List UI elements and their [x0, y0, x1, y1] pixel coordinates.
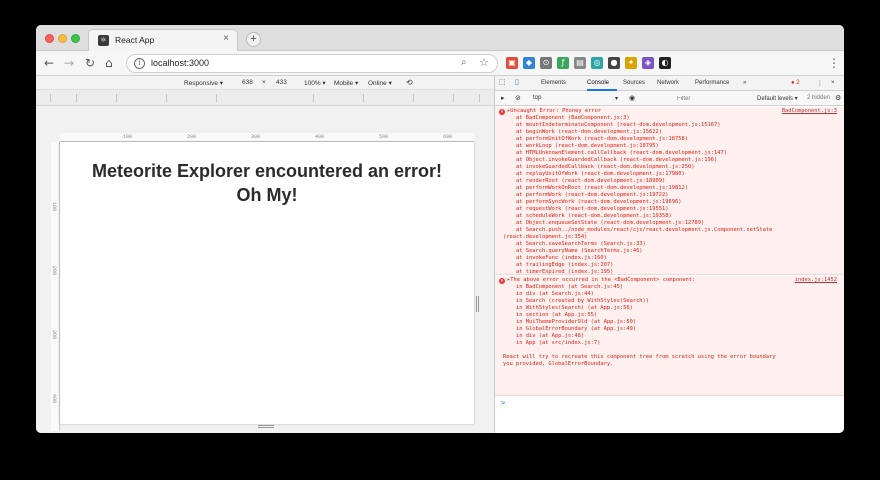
ruler-tick-label: 100 [51, 202, 57, 212]
tab-title: React App [115, 35, 155, 45]
console-error-message: × BadComponent.js:3 ▸Uncaught Error: Pho… [495, 107, 844, 275]
extension-teal-icon[interactable]: ◎ [591, 57, 603, 69]
ruler-tick-label: 200 [187, 134, 197, 140]
minimize-window-button[interactable] [58, 34, 67, 43]
more-tabs-icon[interactable]: » [743, 80, 746, 86]
ruler-tick-label: 400 [315, 134, 325, 140]
ruler-tick-label: 100 [123, 134, 133, 140]
context-arrow-icon[interactable]: ▾ [615, 95, 618, 102]
console-settings-icon[interactable]: ⚙ [835, 94, 841, 102]
source-link[interactable]: BadComponent.js:3 [782, 108, 837, 115]
inspect-element-icon[interactable]: ⬚ [499, 78, 506, 86]
browser-toolbar: ← → ↻ ⌂ i localhost:3000 ⌕ ☆ ⋮ ▣ ◆ ⊙ ƒ ▤ ◎ ● ✦ ◈… [36, 51, 844, 76]
console-filter-bar: ▸ ⊘ top ▾ ◉ Default levels ▾ 2 hidden ⚙ [495, 91, 844, 106]
extension-purple-icon[interactable]: ◈ [642, 57, 654, 69]
close-window-button[interactable] [45, 34, 54, 43]
horizontal-ruler: 100 200 300 400 500 600 [60, 133, 474, 142]
extension-yellow-icon[interactable]: ✦ [625, 57, 637, 69]
extension-gray-icon[interactable]: ▤ [574, 57, 586, 69]
maximize-window-button[interactable] [71, 34, 80, 43]
ruler-tick-label: 500 [379, 134, 389, 140]
rendered-page: Meteorite Explorer encountered an error!… [60, 142, 474, 424]
sidebar-toggle-icon[interactable]: ▸ [501, 94, 505, 102]
console-output: × BadComponent.js:3 ▸Uncaught Error: Pho… [495, 107, 844, 433]
device-toolbar: Responsive ▾ 638 × 433 100% ▾ Mobile ▾ O… [36, 76, 494, 90]
network-throttle-select[interactable]: Mobile ▾ [334, 79, 358, 87]
browser-tab[interactable]: ⚛ React App × [88, 29, 238, 51]
tab-performance[interactable]: Performance [695, 80, 729, 86]
hidden-count: 2 hidden [807, 95, 831, 101]
extension-blue-icon[interactable]: ◆ [523, 57, 535, 69]
media-query-marker[interactable] [216, 94, 314, 102]
home-icon[interactable]: ⌂ [105, 56, 113, 70]
times-sign: × [262, 79, 266, 86]
browser-window: ⚛ React App × + ← → ↻ ⌂ i localhost:3000… [36, 25, 844, 433]
viewport-resize-handle-right[interactable] [476, 296, 479, 312]
extension-black-icon[interactable]: ◐ [659, 57, 671, 69]
viewport-resize-handle-bottom[interactable] [258, 425, 274, 428]
tab-elements[interactable]: Elements [541, 80, 566, 86]
rotate-icon[interactable]: ⟲ [406, 78, 413, 87]
device-toggle-icon[interactable]: ▯ [515, 78, 519, 86]
reload-icon[interactable]: ↻ [85, 56, 95, 70]
error-subheading: Oh My! [236, 185, 298, 205]
viewport-width-input[interactable]: 638 [242, 79, 253, 86]
ruler-tick-label: 600 [443, 134, 453, 140]
error-heading: Meteorite Explorer encountered an error! [91, 161, 443, 181]
devtools-close-icon[interactable]: × [831, 80, 835, 86]
tab-network[interactable]: Network [657, 80, 679, 86]
site-info-icon[interactable]: i [134, 58, 145, 69]
back-arrow-icon[interactable]: ← [44, 56, 54, 70]
context-select[interactable]: top [533, 95, 541, 101]
device-select[interactable]: Responsive ▾ [184, 79, 223, 87]
ruler-tick-label: 300 [251, 134, 261, 140]
devtools-tab-bar: ⬚ ▯ Elements Console Sources Network Per… [495, 76, 844, 91]
source-link[interactable]: index.js:1452 [795, 277, 837, 284]
ruler-tick-label: 300 [51, 330, 57, 340]
console-filter-input[interactable] [677, 93, 747, 104]
address-bar[interactable]: i localhost:3000 ⌕ ☆ [126, 54, 498, 73]
bookmark-star-icon[interactable]: ☆ [479, 56, 489, 69]
log-levels-select[interactable]: Default levels ▾ [757, 95, 798, 102]
zoom-select[interactable]: 100% ▾ [304, 79, 326, 87]
clear-console-icon[interactable]: ⊘ [515, 94, 521, 102]
console-prompt[interactable]: > [501, 399, 505, 407]
tab-sources[interactable]: Sources [623, 80, 645, 86]
error-message: Meteorite Explorer encountered an error!… [60, 159, 474, 207]
tab-strip: ⚛ React App × + [36, 25, 844, 51]
react-favicon-icon: ⚛ [98, 35, 109, 46]
forward-arrow-icon[interactable]: → [64, 56, 74, 70]
new-tab-button[interactable]: + [246, 32, 261, 47]
media-query-bar[interactable] [36, 90, 494, 106]
extension-red-icon[interactable]: ▣ [506, 57, 518, 69]
extension-green-icon[interactable]: ƒ [557, 57, 569, 69]
console-error-message: × index.js:1452 ▸The above error occurre… [495, 276, 844, 396]
viewport-height-input[interactable]: 433 [276, 79, 287, 86]
error-count: 2 [796, 80, 800, 86]
stack-line: you provided, GlobalErrorBoundary. [503, 361, 614, 367]
vertical-ruler: 100 200 300 400 [51, 142, 60, 431]
emulated-viewport-area: 100 200 300 400 500 600 100 200 300 400 Meteorit… [36, 106, 494, 433]
ruler-tick-label: 400 [51, 394, 57, 404]
search-icon[interactable]: ⌕ [461, 57, 467, 68]
extension-lens-icon[interactable]: ⊙ [540, 57, 552, 69]
online-select[interactable]: Online ▾ [368, 79, 392, 87]
browser-menu-icon[interactable]: ⋮ [828, 56, 840, 70]
eye-icon[interactable]: ◉ [629, 94, 635, 102]
tab-console[interactable]: Console [587, 80, 609, 86]
devtools-panel: ⬚ ▯ Elements Console Sources Network Per… [494, 76, 844, 433]
devtools-menu-icon[interactable]: ⋮ [817, 80, 823, 87]
error-count-badge[interactable]: ● 2 [791, 80, 800, 86]
url-text[interactable]: localhost:3000 [151, 58, 209, 68]
tab-close-icon[interactable]: × [223, 33, 229, 44]
stack-line: in App (at src/index.js:7) [503, 340, 601, 346]
extension-dark-icon[interactable]: ● [608, 57, 620, 69]
ruler-tick-label: 200 [51, 266, 57, 276]
